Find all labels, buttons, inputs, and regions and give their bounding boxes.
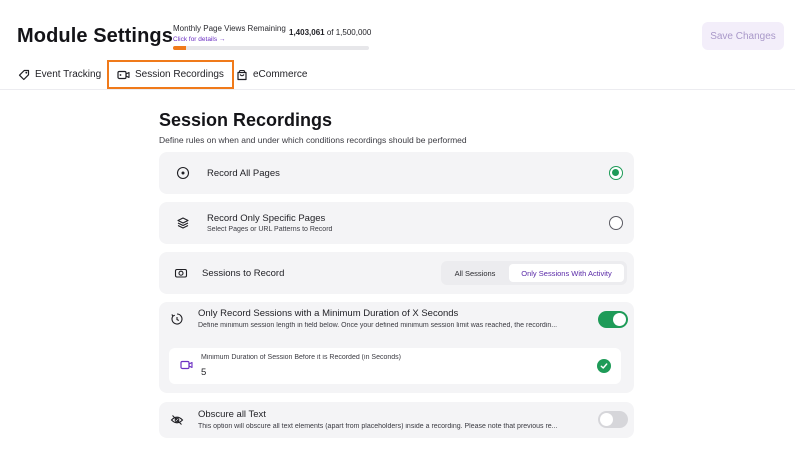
tab-label: Session Recordings — [135, 69, 224, 80]
min-duration-field-label: Minimum Duration of Session Before it is… — [201, 354, 401, 361]
option-obscure-text: Obscure all Text This option will obscur… — [159, 402, 634, 438]
camera-icon — [173, 265, 189, 281]
tab-label: eCommerce — [253, 69, 308, 80]
eye-off-icon — [169, 412, 185, 428]
min-duration-toggle[interactable] — [598, 311, 628, 328]
quota-count: 1,403,061 of 1,500,000 — [289, 28, 371, 37]
target-icon — [175, 165, 191, 181]
tab-session-recordings[interactable]: Session Recordings — [107, 60, 234, 89]
option-label: Obscure all Text — [198, 409, 266, 420]
record-all-radio[interactable] — [609, 166, 623, 180]
module-header: Module Settings Monthly Page Views Remai… — [0, 0, 795, 90]
shopping-bag-icon — [237, 69, 247, 80]
tab-event-tracking[interactable]: Event Tracking — [18, 60, 101, 89]
quota-remaining: 1,403,061 — [289, 28, 325, 37]
segment-sessions-with-activity[interactable]: Only Sessions With Activity — [509, 264, 624, 282]
tab-label: Event Tracking — [35, 69, 102, 80]
option-sublabel: Define minimum session length in field b… — [198, 322, 558, 329]
quota-progress-bar — [173, 46, 369, 50]
sessions-segmented-control: All Sessions Only Sessions With Activity — [441, 261, 627, 285]
page-title: Module Settings — [17, 25, 173, 47]
option-record-all-pages[interactable]: Record All Pages — [159, 152, 634, 194]
save-changes-button[interactable]: Save Changes — [702, 22, 784, 50]
option-sublabel: Select Pages or URL Patterns to Record — [207, 226, 333, 233]
min-duration-input[interactable]: 5 — [201, 367, 206, 378]
tab-ecommerce[interactable]: eCommerce — [236, 60, 307, 89]
option-minimum-duration: Only Record Sessions with a Minimum Dura… — [159, 302, 634, 393]
option-label: Record Only Specific Pages — [207, 213, 326, 224]
section-title: Session Recordings — [159, 110, 333, 130]
record-specific-radio[interactable] — [609, 216, 623, 230]
video-icon — [179, 358, 193, 372]
option-label: Record All Pages — [207, 168, 280, 179]
quota-total: of 1,500,000 — [326, 28, 372, 37]
tag-icon — [18, 69, 30, 80]
video-icon — [117, 70, 130, 79]
layers-icon — [175, 215, 191, 231]
obscure-text-toggle[interactable] — [598, 411, 628, 428]
option-label: Only Record Sessions with a Minimum Dura… — [198, 308, 459, 319]
segment-all-sessions[interactable]: All Sessions — [445, 264, 505, 282]
quota-details-link[interactable]: Click for details → — [173, 36, 373, 43]
quota-progress-fill — [173, 46, 186, 50]
option-record-specific-pages[interactable]: Record Only Specific Pages Select Pages … — [159, 202, 634, 244]
min-duration-field-container: Minimum Duration of Session Before it is… — [169, 348, 621, 384]
page-views-quota: Monthly Page Views Remaining Click for d… — [173, 24, 373, 50]
option-label: Sessions to Record — [202, 268, 285, 279]
option-sessions-to-record: Sessions to Record All Sessions Only Ses… — [159, 252, 634, 294]
timer-icon — [169, 311, 185, 327]
option-sublabel: This option will obscure all text elemen… — [198, 423, 558, 430]
section-description: Define rules on when and under which con… — [159, 135, 467, 145]
section-heading: Session Recordings Define rules on when … — [159, 110, 635, 145]
check-icon — [597, 359, 611, 373]
